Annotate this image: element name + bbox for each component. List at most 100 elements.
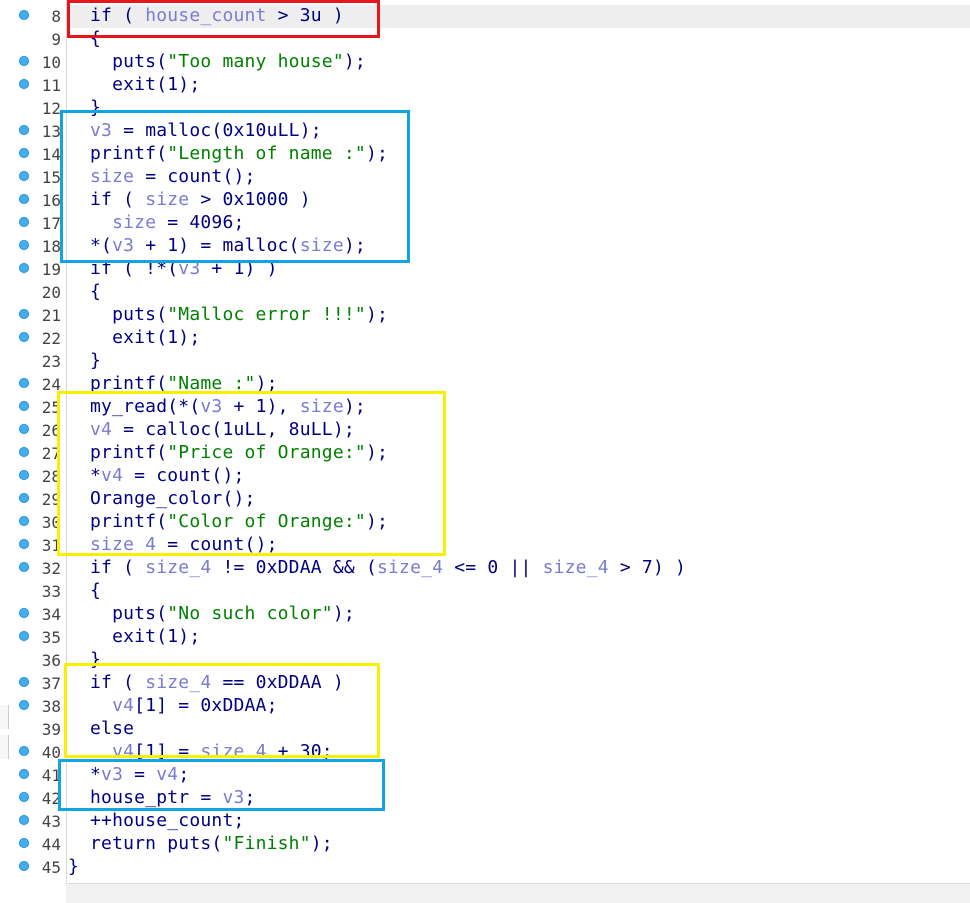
breakpoint-dot-icon[interactable] (19, 309, 29, 319)
code-token: = malloc(0x10uLL); (112, 120, 322, 141)
breakpoint-dot-icon[interactable] (19, 171, 29, 181)
pseudocode-view[interactable]: 8 if ( house_count > 3u ) 9{10 puts("Too m… (0, 0, 970, 880)
breakpoint-dot-icon[interactable] (19, 539, 29, 549)
breakpoint-dot-icon[interactable] (19, 125, 29, 135)
code-line[interactable]: 45} (0, 856, 970, 879)
breakpoint-dot-icon[interactable] (19, 401, 29, 411)
breakpoint-dot-icon[interactable] (19, 378, 29, 388)
code-text: *v3 = v4; (90, 765, 189, 785)
code-text: exit(1); (90, 75, 200, 95)
breakpoint-dot-icon[interactable] (19, 148, 29, 158)
breakpoint-dot-icon[interactable] (19, 562, 29, 572)
code-line[interactable]: 40 v4[1] = size_4 + 30; (0, 741, 970, 764)
code-line[interactable]: 23} (0, 350, 970, 373)
code-text: v4[1] = 0xDDAA; (90, 696, 278, 716)
code-line[interactable]: 22 exit(1); (0, 327, 970, 350)
code-line[interactable]: 32 if ( size_4 != 0xDDAA && (size_4 <= 0 … (0, 557, 970, 580)
code-token: v4 (156, 764, 179, 785)
breakpoint-dot-icon[interactable] (19, 56, 29, 66)
code-text: if ( size > 0x1000 ) (90, 190, 311, 210)
code-line[interactable]: 37 if ( size_4 == 0xDDAA ) (0, 672, 970, 695)
code-line[interactable]: 43 ++house_count; (0, 810, 970, 833)
code-line[interactable]: 35 exit(1); (0, 626, 970, 649)
code-token: if ( !*( (90, 258, 179, 279)
horizontal-scrollbar[interactable] (66, 883, 970, 903)
breakpoint-dot-icon[interactable] (19, 700, 29, 710)
code-line[interactable]: 19 if ( !*(v3 + 1) ) (0, 258, 970, 281)
breakpoint-dot-icon[interactable] (19, 470, 29, 480)
code-text: v4 = calloc(1uLL, 8uLL); (90, 420, 355, 440)
breakpoint-dot-icon[interactable] (19, 10, 29, 20)
code-line[interactable]: 11 exit(1); (0, 74, 970, 97)
code-line[interactable]: 25 my_read(*(v3 + 1), size); (0, 396, 970, 419)
breakpoint-dot-icon[interactable] (19, 79, 29, 89)
code-text: size_4 = count(); (90, 535, 278, 555)
code-token: v3 (101, 764, 124, 785)
line-number: 11 (41, 76, 61, 95)
breakpoint-dot-icon[interactable] (19, 631, 29, 641)
code-token: = calloc(1uLL, 8uLL); (112, 419, 355, 440)
code-line[interactable]: 14 printf("Length of name :"); (0, 143, 970, 166)
code-token: = count(); (156, 534, 278, 555)
breakpoint-dot-icon[interactable] (19, 838, 29, 848)
code-line[interactable]: 39 else (0, 718, 970, 741)
breakpoint-dot-icon[interactable] (19, 194, 29, 204)
code-line[interactable]: 9{ (0, 28, 970, 51)
breakpoint-dot-icon[interactable] (19, 516, 29, 526)
breakpoint-dot-icon[interactable] (19, 792, 29, 802)
code-line[interactable]: 21 puts("Malloc error !!!"); (0, 304, 970, 327)
code-line[interactable]: 24 printf("Name :"); (0, 373, 970, 396)
code-token: "Length of name :" (167, 143, 366, 164)
code-line[interactable]: 12} (0, 97, 970, 120)
code-token: + 1) ) (200, 258, 278, 279)
code-token: "Finish" (222, 833, 311, 854)
code-line[interactable]: 28 *v4 = count(); (0, 465, 970, 488)
code-line[interactable]: 42 house_ptr = v3; (0, 787, 970, 810)
code-line[interactable]: 41 *v3 = v4; (0, 764, 970, 787)
code-token: else (90, 718, 135, 739)
code-line[interactable]: 13 v3 = malloc(0x10uLL); (0, 120, 970, 143)
code-token: "Price of Orange:" (167, 442, 366, 463)
code-line[interactable]: 20 { (0, 281, 970, 304)
breakpoint-dot-icon[interactable] (19, 677, 29, 687)
code-line[interactable]: 10 puts("Too many house"); (0, 51, 970, 74)
code-token: exit(1); (90, 327, 201, 348)
code-line[interactable]: 29 Orange_color(); (0, 488, 970, 511)
code-line[interactable]: 30 printf("Color of Orange:"); (0, 511, 970, 534)
line-number: 17 (41, 214, 61, 233)
code-line[interactable]: 8 if ( house_count > 3u ) (0, 5, 970, 28)
code-token: ; (244, 787, 256, 808)
code-line[interactable]: 33 { (0, 580, 970, 603)
breakpoint-dot-icon[interactable] (19, 608, 29, 618)
breakpoint-dot-icon[interactable] (19, 332, 29, 342)
breakpoint-dot-icon[interactable] (19, 240, 29, 250)
code-line[interactable]: 44 return puts("Finish"); (0, 833, 970, 856)
line-number: 40 (41, 743, 61, 762)
code-line[interactable]: 36} (0, 649, 970, 672)
code-line[interactable]: 38 v4[1] = 0xDDAA; (0, 695, 970, 718)
breakpoint-dot-icon[interactable] (19, 746, 29, 756)
code-line[interactable]: 16 if ( size > 0x1000 ) (0, 189, 970, 212)
breakpoint-dot-icon[interactable] (19, 769, 29, 779)
breakpoint-dot-icon[interactable] (19, 424, 29, 434)
code-token: > 3u ) (266, 5, 344, 26)
breakpoint-dot-icon[interactable] (19, 447, 29, 457)
breakpoint-dot-icon[interactable] (19, 815, 29, 825)
code-text: puts("Malloc error !!!"); (90, 305, 388, 325)
code-line[interactable]: 17 size = 4096; (0, 212, 970, 235)
breakpoint-dot-icon[interactable] (19, 493, 29, 503)
code-line[interactable]: 31 size_4 = count(); (0, 534, 970, 557)
code-line[interactable]: 15 size = count(); (0, 166, 970, 189)
code-line[interactable]: 26 v4 = calloc(1uLL, 8uLL); (0, 419, 970, 442)
code-token: ); (343, 51, 366, 72)
code-line[interactable]: 27 printf("Price of Orange:"); (0, 442, 970, 465)
breakpoint-dot-icon[interactable] (19, 861, 29, 871)
code-line[interactable]: 34 puts("No such color"); (0, 603, 970, 626)
line-number: 43 (41, 812, 61, 831)
breakpoint-dot-icon[interactable] (19, 263, 29, 273)
code-text: if ( !*(v3 + 1) ) (90, 259, 278, 279)
code-line[interactable]: 18 *(v3 + 1) = malloc(size); (0, 235, 970, 258)
breakpoint-dot-icon[interactable] (19, 217, 29, 227)
